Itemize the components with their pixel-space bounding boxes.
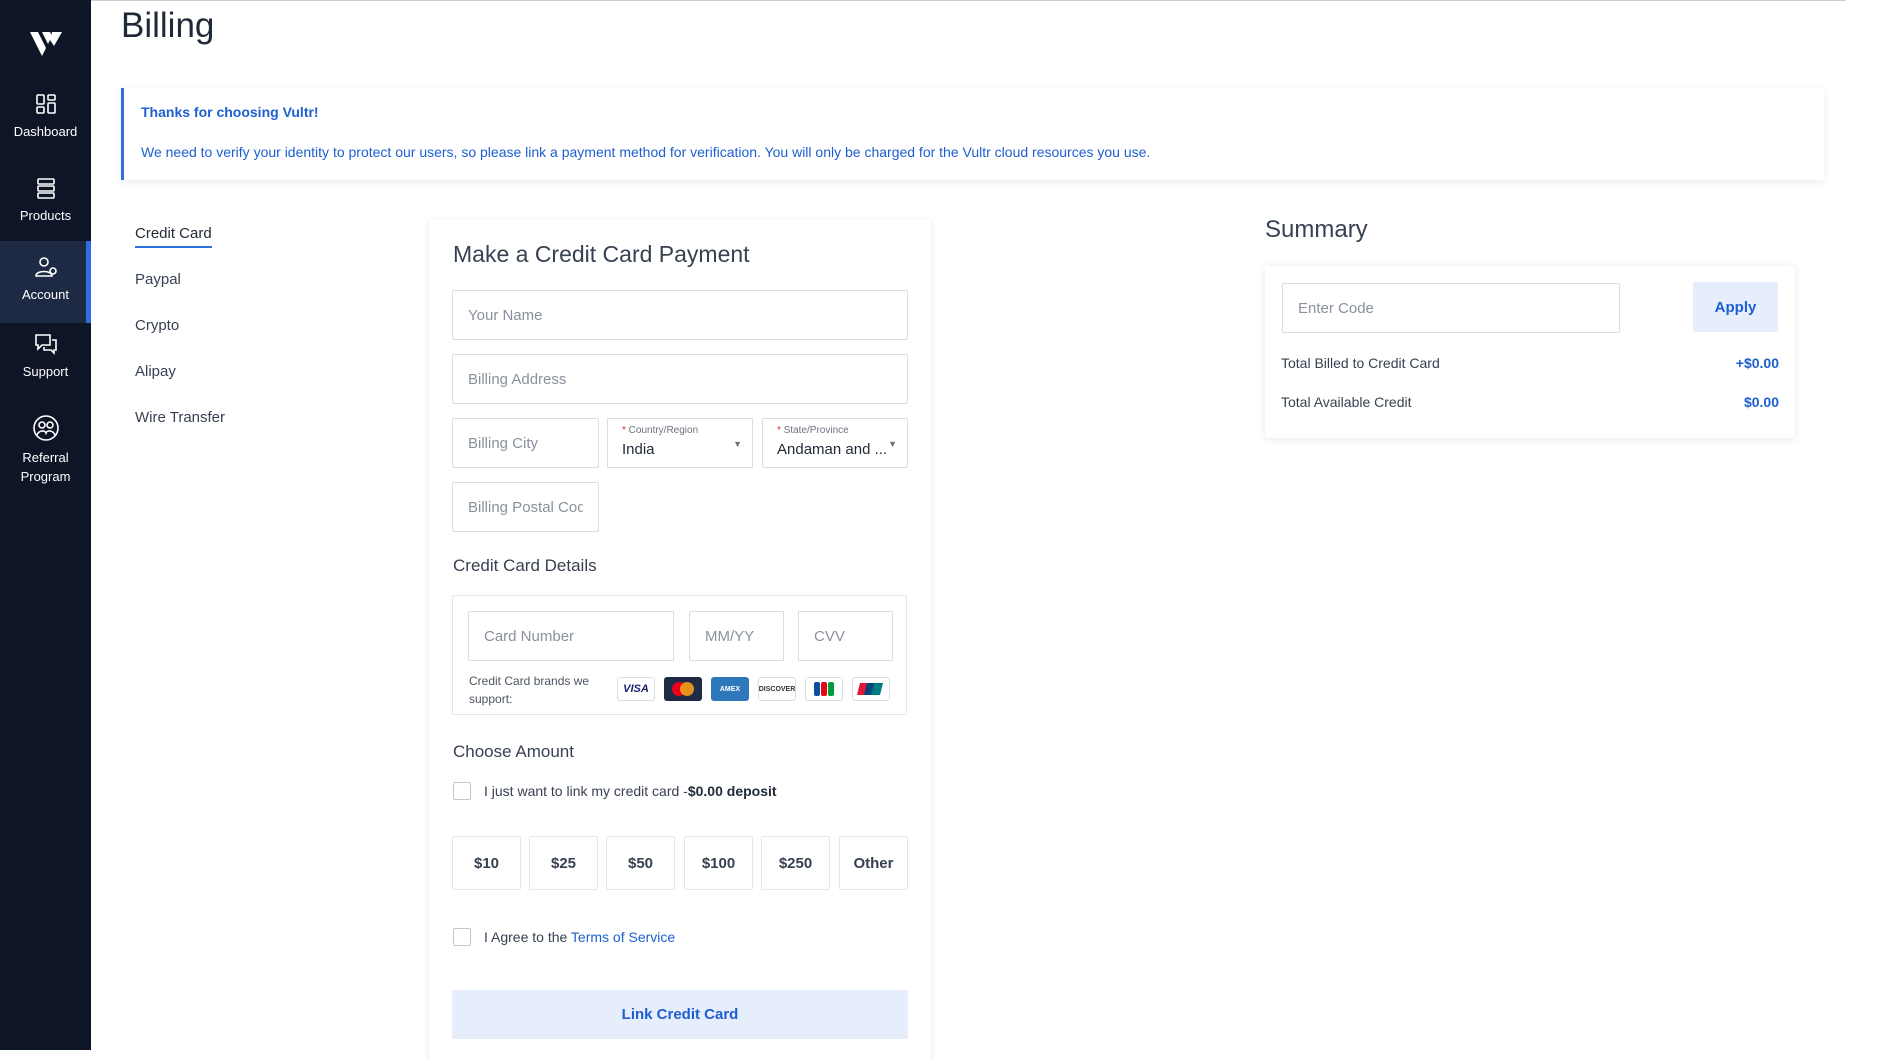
total-credit-value: $0.00 xyxy=(1743,394,1779,410)
payment-method-wire-transfer[interactable]: Wire Transfer xyxy=(135,409,225,426)
amount-25-button[interactable]: $25 xyxy=(529,836,598,890)
summary-card: Apply Total Billed to Credit Card +$0.00… xyxy=(1265,266,1795,438)
notice-body: We need to verify your identity to prote… xyxy=(141,144,1151,160)
promo-code-input[interactable] xyxy=(1282,283,1620,333)
sidebar-item-label: Account xyxy=(22,287,69,302)
account-icon xyxy=(34,257,57,277)
total-billed-label: Total Billed to Credit Card xyxy=(1281,355,1440,371)
page-margin xyxy=(1846,0,1896,1050)
sidebar-item-label: Support xyxy=(22,364,69,379)
total-billed-value: +$0.00 xyxy=(1735,355,1779,371)
sidebar-item-label: Dashboard xyxy=(13,124,78,139)
amex-icon: AMEX xyxy=(711,677,749,701)
link-only-label: I just want to link my credit card -$0.0… xyxy=(484,783,777,799)
expiry-input[interactable] xyxy=(689,611,784,661)
sidebar-item-account[interactable]: Account xyxy=(0,241,91,323)
support-icon xyxy=(34,334,57,355)
terms-checkbox[interactable] xyxy=(453,928,471,946)
state-select-value: Andaman and ... xyxy=(777,441,888,458)
sidebar-item-products[interactable]: Products xyxy=(0,176,91,225)
billing-city-input[interactable] xyxy=(452,418,599,468)
country-select-label: * Country/Region xyxy=(622,425,699,436)
dashboard-icon xyxy=(35,94,56,114)
sidebar-item-label: Products xyxy=(19,208,72,223)
billing-postal-code-input[interactable] xyxy=(452,482,599,532)
country-select-value: India xyxy=(622,441,655,458)
sidebar-item-referral-program[interactable]: Referral Program xyxy=(0,414,91,486)
top-divider xyxy=(91,0,1846,1)
summary-title: Summary xyxy=(1265,216,1368,243)
credit-card-details-box: Credit Card brands we support: VISA AMEX… xyxy=(452,595,907,715)
country-select[interactable]: * Country/Region India ▼ xyxy=(607,418,753,468)
amount-other-button[interactable]: Other xyxy=(839,836,908,890)
discover-icon: DISCOVER xyxy=(758,677,796,701)
payment-method-paypal[interactable]: Paypal xyxy=(135,271,181,288)
products-icon xyxy=(36,178,55,199)
sidebar-item-dashboard[interactable]: Dashboard xyxy=(0,92,91,141)
state-select-label: * State/Province xyxy=(777,425,849,436)
verification-notice: Thanks for choosing Vultr! We need to ve… xyxy=(121,88,1824,180)
payment-method-credit-card[interactable]: Credit Card xyxy=(135,225,212,248)
credit-card-payment-form: Make a Credit Card Payment * Country/Reg… xyxy=(429,219,931,1059)
payment-method-crypto[interactable]: Crypto xyxy=(135,317,179,334)
cvv-input[interactable] xyxy=(798,611,893,661)
amount-100-button[interactable]: $100 xyxy=(684,836,753,890)
jcb-icon xyxy=(805,677,843,701)
billing-address-input[interactable] xyxy=(452,354,908,404)
notice-title: Thanks for choosing Vultr! xyxy=(141,104,319,120)
link-only-checkbox[interactable] xyxy=(453,782,471,800)
card-number-input[interactable] xyxy=(468,611,674,661)
payment-method-alipay[interactable]: Alipay xyxy=(135,363,176,380)
link-credit-card-button[interactable]: Link Credit Card xyxy=(452,990,908,1039)
form-title: Make a Credit Card Payment xyxy=(453,241,750,267)
total-credit-label: Total Available Credit xyxy=(1281,394,1412,410)
name-input[interactable] xyxy=(452,290,908,340)
sidebar-item-support[interactable]: Support xyxy=(0,332,91,381)
referral-icon xyxy=(32,415,59,441)
supported-brands-text: Credit Card brands we support: xyxy=(469,674,590,706)
terms-of-service-link[interactable]: Terms of Service xyxy=(571,929,675,945)
credit-card-details-heading: Credit Card Details xyxy=(453,556,597,575)
mastercard-icon xyxy=(664,677,702,701)
amount-10-button[interactable]: $10 xyxy=(452,836,521,890)
visa-icon: VISA xyxy=(617,677,655,701)
chevron-down-icon: ▼ xyxy=(888,439,897,449)
apply-code-button[interactable]: Apply xyxy=(1693,282,1778,332)
sidebar: Dashboard Products Account Support Refer… xyxy=(0,0,91,1050)
terms-label: I Agree to the Terms of Service xyxy=(484,929,676,945)
page-title: Billing xyxy=(121,6,215,45)
state-select[interactable]: * State/Province Andaman and ... ▼ xyxy=(762,418,908,468)
choose-amount-heading: Choose Amount xyxy=(453,742,574,761)
chevron-down-icon: ▼ xyxy=(733,439,742,449)
sidebar-item-label: Referral Program xyxy=(20,450,71,484)
amount-250-button[interactable]: $250 xyxy=(761,836,830,890)
amount-50-button[interactable]: $50 xyxy=(606,836,675,890)
vultr-logo-icon[interactable] xyxy=(28,26,64,58)
unionpay-icon xyxy=(852,677,890,701)
